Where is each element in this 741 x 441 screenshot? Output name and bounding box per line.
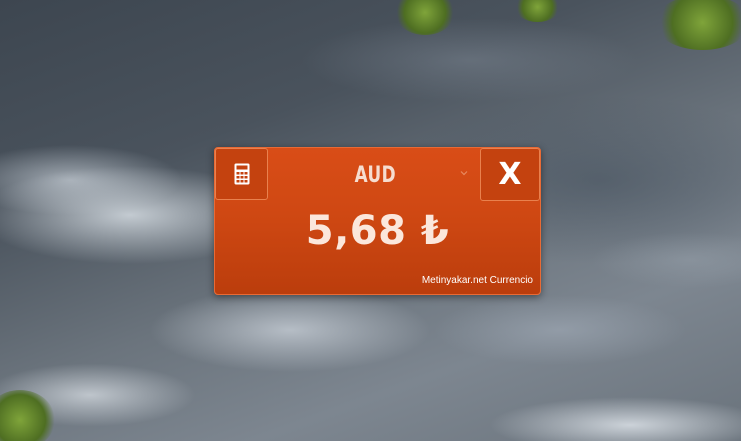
close-button[interactable]: X <box>480 148 540 201</box>
tree-leaves-decoration <box>0 390 55 441</box>
currency-widget: AUD X 5,68 ₺ Metinyakar.net Currencio <box>214 147 541 295</box>
tree-leaves-decoration <box>515 0 560 22</box>
tree-leaves-decoration <box>395 0 455 35</box>
desktop-wallpaper: AUD X 5,68 ₺ Metinyakar.net Currencio <box>0 0 741 441</box>
calculator-icon <box>234 163 249 185</box>
tree-leaves-decoration <box>655 0 741 50</box>
calculator-button[interactable] <box>215 148 268 200</box>
brand-label: Metinyakar.net Currencio <box>421 275 533 286</box>
chevron-down-icon <box>460 171 468 176</box>
currency-code: AUD <box>354 162 396 188</box>
currency-dropdown[interactable]: AUD <box>275 154 475 196</box>
exchange-rate-value: 5,68 ₺ <box>305 208 450 254</box>
